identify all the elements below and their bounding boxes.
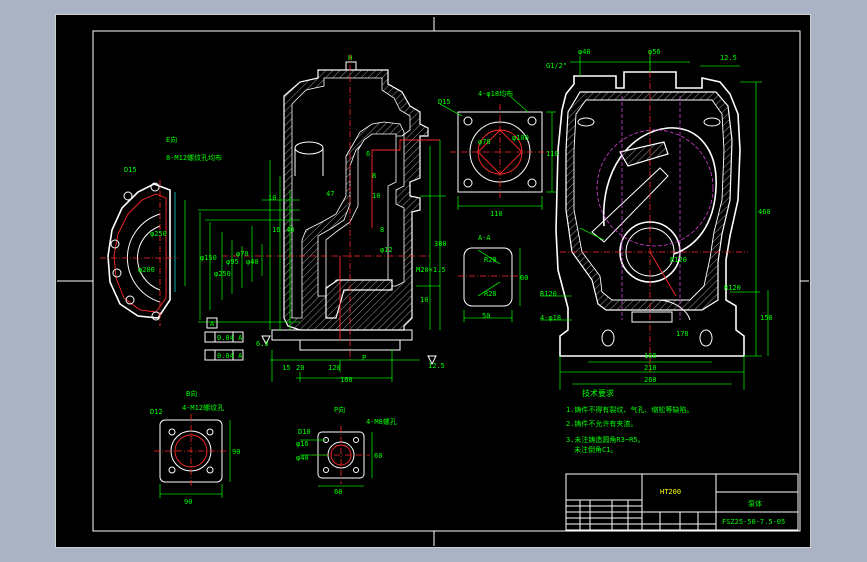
label-p-dim-v: 60 <box>374 452 382 460</box>
title-material: HT200 <box>660 488 681 496</box>
label-b-view: B向 <box>186 389 197 398</box>
label-dim-vert-4: φ70 <box>236 250 249 258</box>
label-dim-phi12: φ12 <box>380 246 393 254</box>
label-dim-8: 8 <box>372 172 376 180</box>
label-dim-50: 50 <box>482 312 490 320</box>
flange-view-left <box>100 180 186 326</box>
label-phi-top-flange: φ100 <box>512 134 529 142</box>
label-phi-left: φ250 <box>150 230 167 238</box>
label-dim-aa-v: 60 <box>520 274 528 282</box>
label-r-aa-1: R20 <box>484 256 497 264</box>
label-a-a: A-A <box>478 234 491 242</box>
flange-view-top-right <box>439 95 556 210</box>
section-view-center <box>198 54 446 382</box>
label-r-right-b: R120 <box>724 284 741 292</box>
label-dim-110a: 110 <box>490 210 503 218</box>
label-dim-10c: 10 <box>420 296 428 304</box>
label-dim-left-right: 4-φ18 <box>540 314 561 322</box>
label-rough-right: 12.5 <box>428 362 445 370</box>
label-phi78: φ78 <box>478 138 491 146</box>
flange-view-b <box>154 414 231 498</box>
label-tol-1: 0.04 A <box>217 334 243 342</box>
tech-req-3b: 未注倒角C1。 <box>574 445 617 454</box>
label-dim-210: 210 <box>644 364 657 372</box>
label-dim-260: 260 <box>644 376 657 384</box>
label-dim-15: 15 <box>282 364 290 372</box>
label-thread-top: G1/2" <box>546 62 567 70</box>
label-rough-top: 12.5 <box>720 54 737 62</box>
label-dim-10b: 10 <box>372 192 380 200</box>
label-tol-a: A <box>210 320 215 328</box>
label-dim-170: 170 <box>676 330 689 338</box>
label-b-dim-v: 90 <box>232 448 240 456</box>
side-view-right <box>540 50 769 390</box>
label-d15: D15 <box>438 98 451 106</box>
label-dim-20: 20 <box>296 364 304 372</box>
title-drawing-no: FSZ25-50-7.5-05 <box>722 518 785 526</box>
label-p-dim-60: 60 <box>334 488 342 496</box>
label-flange-holes: 8-M12螺纹孔均布 <box>166 153 222 162</box>
label-dim-8b: 8 <box>380 226 384 234</box>
label-rough-left: 6.3 <box>256 340 269 348</box>
label-dim-460: 460 <box>758 208 771 216</box>
label-dim-150r: 150 <box>760 314 773 322</box>
flange-view-p <box>300 426 373 487</box>
label-e-view: E向 <box>166 135 177 144</box>
label-d-left: D15 <box>124 166 137 174</box>
label-dim-vert-1: φ150 <box>200 254 217 262</box>
label-dim-380: 380 <box>434 240 447 248</box>
label-r120: R120 <box>670 256 687 264</box>
label-r-aa-2: R20 <box>484 290 497 298</box>
label-dim-6: 6 <box>366 150 370 158</box>
label-phi40: φ40 <box>578 48 591 56</box>
label-dim-10: 10 <box>268 194 276 202</box>
label-dim-vert-5: φ40 <box>246 258 259 266</box>
label-p-mark: P <box>362 354 366 362</box>
label-dim-120: 120 <box>328 364 341 372</box>
label-r-right: R120 <box>540 290 557 298</box>
label-tol-2: 0.04 A <box>217 352 243 360</box>
title-part-name: 泵体 <box>748 499 762 508</box>
label-b-holes: 4-M12螺纹孔 <box>182 403 224 412</box>
label-phi-left-b: φ200 <box>138 266 155 274</box>
label-dim-40: 40 <box>286 226 294 234</box>
label-p-phi-1: φ16 <box>296 440 309 448</box>
tech-req-2: 2.铸件不允许有夹渣。 <box>566 419 637 428</box>
label-b-dim-90: 90 <box>184 498 192 506</box>
tech-req-title: 技术要求 <box>582 388 614 398</box>
label-dim-160r: 160 <box>644 352 657 360</box>
label-holes-top: 4-φ18均布 <box>478 89 513 98</box>
label-p-view: P向 <box>334 405 345 414</box>
tech-req-3: 3.未注铸造圆角R3~R5。 <box>566 435 645 444</box>
label-b-d: D12 <box>150 408 163 416</box>
label-dim-47: 47 <box>326 190 334 198</box>
label-dim-vert-3: φ95 <box>226 258 239 266</box>
cad-drawing: E向 8-M12螺纹孔均布 D15 φ250 φ200 H 10 47 6 8 … <box>57 17 809 546</box>
label-p-holes: 4-M8螺孔 <box>366 417 397 426</box>
label-p-phi-2: φ40 <box>296 454 309 462</box>
label-dim-16: 16 <box>272 226 280 234</box>
label-dim-vert-2: φ250 <box>214 270 231 278</box>
tech-req-1: 1.铸件不得有裂纹、气孔、缩松等缺陷。 <box>566 405 693 414</box>
label-dim-160: 160 <box>340 376 353 384</box>
cad-viewport[interactable]: E向 8-M12螺纹孔均布 D15 φ250 φ200 H 10 47 6 8 … <box>0 0 867 562</box>
label-phi-top-right: φ56 <box>648 48 661 56</box>
label-top-stub: H <box>348 54 352 62</box>
label-dim-110b: 110 <box>546 150 559 158</box>
label-thread: M20×1.5 <box>416 266 446 274</box>
label-p-d: D10 <box>298 428 311 436</box>
